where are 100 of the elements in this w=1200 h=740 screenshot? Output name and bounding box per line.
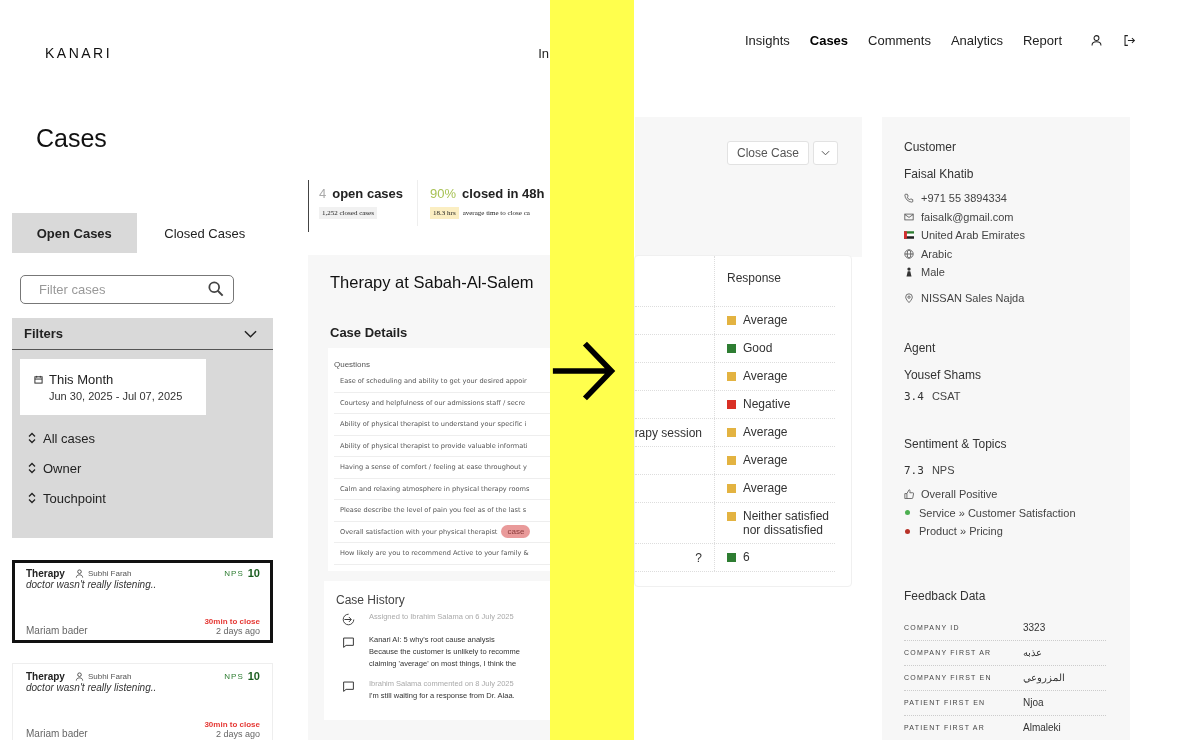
customer-name: Mariam bader [26, 625, 88, 636]
customer-detail: United Arab Emirates [921, 229, 1025, 242]
chevron-icon[interactable] [244, 329, 257, 338]
customer-name: Mariam bader [26, 728, 88, 739]
case-age: 2 days ago [215, 729, 260, 739]
field-value: 3323 [1023, 622, 1046, 633]
response-text: Average [743, 313, 788, 327]
user-icon[interactable] [1090, 33, 1103, 47]
calendar-icon [34, 375, 43, 384]
date-range: Jun 30, 2025 - Jul 07, 2025 [49, 390, 184, 402]
due-time: 30min to close [204, 617, 260, 626]
nav-link[interactable]: Analytics [950, 32, 1003, 48]
section-title: Feedback Data [904, 588, 987, 603]
search-field[interactable]: Filter cases [20, 275, 234, 304]
open-label: open cases [332, 186, 404, 201]
tab[interactable]: Closed Cases [142, 213, 267, 253]
nav-link[interactable]: Report [1022, 32, 1062, 48]
comment-icon [342, 679, 355, 693]
person-icon [74, 671, 84, 681]
column-header: Questions [334, 360, 372, 369]
case-category: Therapy [26, 567, 65, 579]
case-comment: doctor wasn't really listening.. [26, 579, 158, 590]
score-value: 3.4 [904, 390, 924, 403]
case-owner: Subhi Farah [87, 568, 132, 578]
sort-icon [28, 492, 36, 504]
field-value: المزروعي [1023, 672, 1065, 683]
filter-option[interactable]: All cases [28, 429, 273, 447]
person-icon [74, 568, 84, 578]
tag: case [501, 525, 531, 539]
nps-label: NPS [224, 671, 244, 681]
close-rate: 90% [430, 186, 457, 201]
person-icon [904, 267, 914, 278]
open-count: 4 [319, 186, 327, 201]
arrow-icon [551, 339, 617, 403]
sort-icon [28, 462, 36, 474]
nps-label: NPS [224, 568, 244, 578]
column-header: Response [726, 270, 782, 287]
response-text: Good [743, 341, 773, 355]
filters-title: Filters [24, 326, 63, 341]
response-text: Average [743, 425, 788, 439]
customer-detail: NISSAN Sales Najda [921, 291, 1025, 304]
nav-link[interactable]: In [538, 45, 549, 61]
chevron-icon [821, 150, 830, 156]
section-title: Sentiment & Topics [904, 437, 1008, 451]
section-title: Case History [336, 592, 406, 607]
due-time: 30min to close [204, 720, 260, 729]
score-label: NPS [931, 464, 955, 476]
filter-option[interactable]: Touchpoint [28, 489, 273, 507]
case-age: 2 days ago [215, 626, 260, 636]
topic-text: Product » Pricing [919, 525, 1003, 538]
case-card[interactable]: Therapy Subhi Farah NPS 10 doctor wasn't really listening.. Mariam bader 30min to close 2 days ago [12, 663, 273, 740]
location-pin-icon [904, 292, 914, 303]
response-text: Neither satisfied nor dissatisfied [743, 509, 831, 537]
response-text: Average [743, 453, 788, 467]
field-value: Njoa [1023, 697, 1044, 708]
response-text: 6 [743, 550, 750, 564]
customer-detail: Male [921, 266, 945, 279]
thumbs-up-icon [904, 489, 914, 500]
mail-icon [904, 211, 914, 222]
customer-detail: faisalk@gmail.com [921, 210, 1014, 223]
score-value: 7.3 [904, 464, 924, 477]
section-title: Case Details [330, 325, 409, 340]
case-card[interactable]: Therapy Subhi Farah NPS 10 doctor wasn't really listening.. Mariam bader 30min to close 2 days ago [12, 560, 273, 643]
nav-link[interactable]: Comments [868, 32, 931, 48]
question-text: rapy session [634, 425, 702, 440]
nps-score: 10 [247, 670, 260, 682]
topic-text: Service » Customer Satisfaction [919, 506, 1076, 519]
sort-icon [28, 432, 36, 444]
filter-option[interactable]: Owner [28, 459, 273, 477]
comment-icon [342, 635, 355, 649]
field-value: Almaleki [1023, 722, 1061, 733]
search-icon[interactable] [208, 281, 224, 297]
agent-name: Yousef Shams [904, 368, 982, 382]
response-text: Average [743, 481, 788, 495]
sentiment-text: Overall Positive [921, 488, 998, 501]
response-text: Negative [743, 397, 791, 411]
customer-detail: Arabic [921, 247, 953, 260]
flag-icon [904, 230, 914, 241]
score-label: CSAT [931, 390, 961, 402]
customer-detail: +971 55 3894334 [921, 192, 1007, 205]
nav-link[interactable]: Cases [809, 32, 849, 48]
field-value: عذبه [1023, 647, 1042, 658]
section-title: Agent [904, 341, 937, 355]
date-filter[interactable]: This Month Jun 30, 2025 - Jul 07, 2025 [20, 359, 206, 415]
assign-icon [342, 612, 355, 626]
phone-icon [904, 193, 914, 204]
date-label: This Month [49, 372, 114, 387]
close-rate-label: closed in 48h [462, 186, 545, 201]
case-comment: doctor wasn't really listening.. [26, 682, 158, 693]
logout-icon[interactable] [1123, 33, 1136, 47]
close-case-button[interactable]: Close Case [726, 141, 809, 165]
section-title: Customer [904, 140, 957, 154]
page-title: Cases [36, 124, 108, 154]
tab[interactable]: Open Cases [12, 213, 137, 253]
case-owner: Subhi Farah [87, 671, 132, 681]
brand-logo: KANARI [45, 45, 113, 61]
question-text: ? [695, 550, 702, 565]
case-title: Therapy at Sabah-Al-Salem [330, 273, 535, 292]
globe-icon [904, 248, 914, 259]
nav-link[interactable]: Insights [744, 32, 790, 48]
